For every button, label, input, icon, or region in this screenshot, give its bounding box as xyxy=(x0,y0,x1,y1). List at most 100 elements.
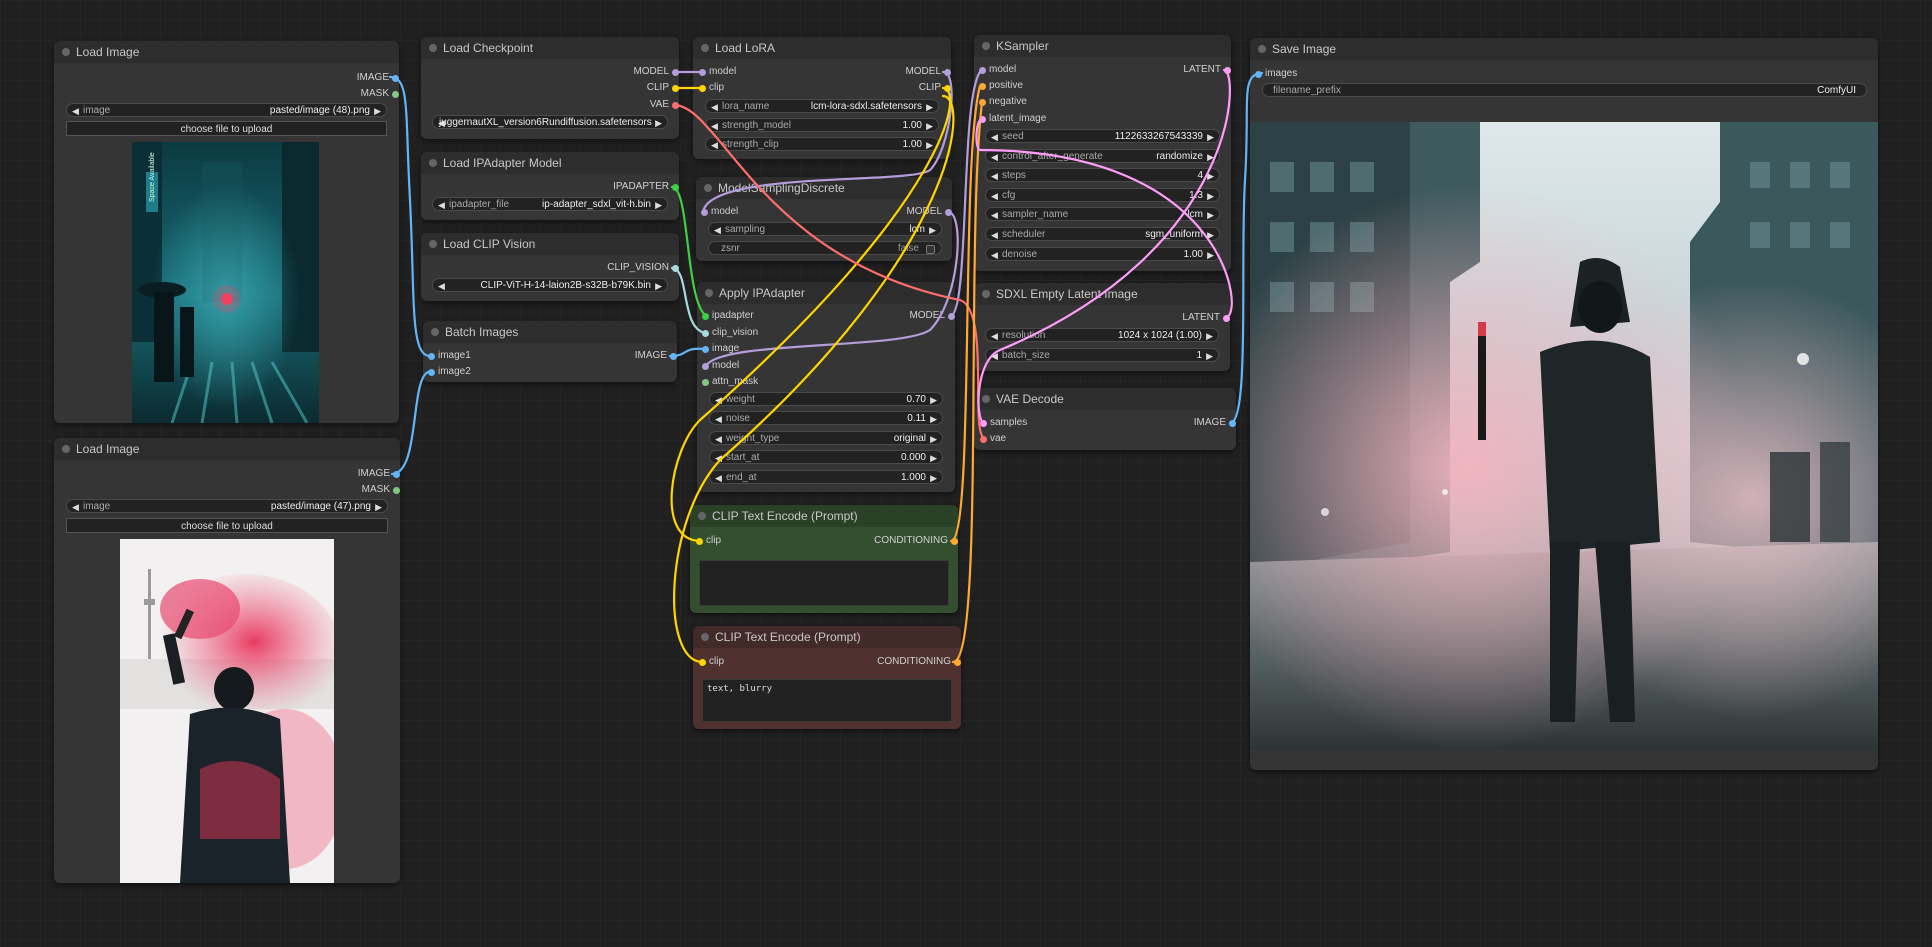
latent-pin-icon[interactable] xyxy=(1224,67,1231,74)
model-pin-icon[interactable] xyxy=(979,67,986,74)
model-sampling-discrete-node[interactable]: ModelSamplingDiscrete model MODEL ◀ sampl… xyxy=(696,177,952,261)
sdxl-empty-latent-node[interactable]: SDXL Empty Latent Image LATENT ◀ resoluti… xyxy=(974,283,1230,371)
arrow-left-icon[interactable]: ◀ xyxy=(714,223,721,235)
input-latent-image[interactable]: latent_image xyxy=(979,112,1046,126)
output-model[interactable]: MODEL xyxy=(633,65,679,79)
node-title[interactable]: CLIP Text Encode (Prompt) xyxy=(693,626,961,648)
load-image-node-2[interactable]: Load Image IMAGE MASK ◀ image pasted/image… xyxy=(54,438,400,883)
collapse-dot-icon[interactable] xyxy=(429,44,437,52)
clip-vision-pin-icon[interactable] xyxy=(702,330,709,337)
arrow-right-icon[interactable]: ▶ xyxy=(1207,150,1214,162)
output-conditioning[interactable]: CONDITIONING xyxy=(874,534,958,548)
arrow-right-icon[interactable]: ▶ xyxy=(655,116,662,128)
arrow-left-icon[interactable]: ◀ xyxy=(438,279,445,291)
output-mask[interactable]: MASK xyxy=(361,87,399,101)
arrow-right-icon[interactable]: ▶ xyxy=(1207,228,1214,240)
arrow-left-icon[interactable]: ◀ xyxy=(991,329,998,341)
arrow-right-icon[interactable]: ▶ xyxy=(1207,208,1214,220)
arrow-right-icon[interactable]: ▶ xyxy=(926,100,933,112)
clip-text-encode-negative-node[interactable]: CLIP Text Encode (Prompt) clip CONDITION… xyxy=(693,626,961,729)
model-pin-icon[interactable] xyxy=(699,69,706,76)
latent-pin-icon[interactable] xyxy=(980,420,987,427)
clip-pin-icon[interactable] xyxy=(699,659,706,666)
arrow-right-icon[interactable]: ▶ xyxy=(930,412,937,424)
load-lora-node[interactable]: Load LoRA model clip MODEL CLIP ◀ lora_na… xyxy=(693,37,951,159)
collapse-dot-icon[interactable] xyxy=(62,48,70,56)
input-clip[interactable]: clip xyxy=(696,534,721,548)
node-title[interactable]: Apply IPAdapter xyxy=(697,282,955,304)
output-image[interactable]: IMAGE xyxy=(357,71,399,85)
node-title[interactable]: Batch Images xyxy=(423,321,677,343)
input-model[interactable]: model xyxy=(701,205,738,219)
arrow-right-icon[interactable]: ▶ xyxy=(930,451,937,463)
ipadapter-pin-icon[interactable] xyxy=(672,184,679,191)
mask-pin-icon[interactable] xyxy=(702,379,709,386)
input-clip[interactable]: clip xyxy=(699,81,724,95)
collapse-dot-icon[interactable] xyxy=(431,328,439,336)
output-clip-vision[interactable]: CLIP_VISION xyxy=(607,261,679,275)
node-title[interactable]: CLIP Text Encode (Prompt) xyxy=(690,505,958,527)
arrow-left-icon[interactable]: ◀ xyxy=(715,451,722,463)
output-model[interactable]: MODEL xyxy=(905,65,951,79)
output-ipadapter[interactable]: IPADAPTER xyxy=(613,180,679,194)
collapse-dot-icon[interactable] xyxy=(698,512,706,520)
input-image[interactable]: image xyxy=(702,342,739,356)
load-checkpoint-node[interactable]: Load Checkpoint MODEL CLIP VAE ◀ juggerna… xyxy=(421,37,679,139)
ckpt-name-select[interactable]: ◀ juggernautXL_version6Rundiffusion.safet… xyxy=(432,115,668,129)
arrow-right-icon[interactable]: ▶ xyxy=(929,223,936,235)
input-vae[interactable]: vae xyxy=(980,432,1006,446)
mask-pin-icon[interactable] xyxy=(393,487,400,494)
arrow-left-icon[interactable]: ◀ xyxy=(711,119,718,131)
arrow-left-icon[interactable]: ◀ xyxy=(991,130,998,142)
clip-text-encode-positive-node[interactable]: CLIP Text Encode (Prompt) clip CONDITION… xyxy=(690,505,958,613)
steps-number[interactable]: ◀ steps 4 ▶ xyxy=(985,168,1220,182)
model-pin-icon[interactable] xyxy=(701,209,708,216)
batch-images-node[interactable]: Batch Images image1 image2 IMAGE xyxy=(423,321,677,382)
upload-button[interactable]: choose file to upload xyxy=(66,518,388,533)
clip-name-select[interactable]: ◀ CLIP-ViT-H-14-laion2B-s32B-b79K.bin ▶ xyxy=(432,278,668,292)
input-positive[interactable]: positive xyxy=(979,79,1023,93)
collapse-dot-icon[interactable] xyxy=(62,445,70,453)
node-title[interactable]: Load Image xyxy=(54,438,400,460)
node-title[interactable]: Load CLIP Vision xyxy=(421,233,679,255)
conditioning-pin-icon[interactable] xyxy=(979,99,986,106)
arrow-left-icon[interactable]: ◀ xyxy=(991,349,998,361)
image-select[interactable]: ◀ image pasted/image (48).png ▶ xyxy=(66,103,387,117)
resolution-select[interactable]: ◀ resolution 1024 x 1024 (1.00) ▶ xyxy=(985,328,1219,342)
output-mask[interactable]: MASK xyxy=(362,483,400,497)
image-select[interactable]: ◀ image pasted/image (47).png ▶ xyxy=(66,499,388,513)
input-model[interactable]: model xyxy=(979,63,1016,77)
model-pin-icon[interactable] xyxy=(672,69,679,76)
model-pin-icon[interactable] xyxy=(702,363,709,370)
input-model[interactable]: model xyxy=(699,65,736,79)
conditioning-pin-icon[interactable] xyxy=(951,538,958,545)
collapse-dot-icon[interactable] xyxy=(982,290,990,298)
mask-pin-icon[interactable] xyxy=(392,91,399,98)
strength-clip-number[interactable]: ◀ strength_clip 1.00 ▶ xyxy=(705,137,939,151)
output-conditioning[interactable]: CONDITIONING xyxy=(877,655,961,669)
arrow-left-icon[interactable]: ◀ xyxy=(715,412,722,424)
cfg-number[interactable]: ◀ cfg 1.3 ▶ xyxy=(985,188,1220,202)
zsnr-toggle[interactable]: zsnr false xyxy=(708,241,942,255)
image-pin-icon[interactable] xyxy=(1255,71,1262,78)
strength-model-number[interactable]: ◀ strength_model 1.00 ▶ xyxy=(705,118,939,132)
node-title[interactable]: Load Checkpoint xyxy=(421,37,679,59)
clip-pin-icon[interactable] xyxy=(672,85,679,92)
prompt-textarea[interactable] xyxy=(699,560,949,606)
batch-size-number[interactable]: ◀ batch_size 1 ▶ xyxy=(985,348,1219,362)
node-title[interactable]: Load Image xyxy=(54,41,399,63)
output-image[interactable]: IMAGE xyxy=(358,467,400,481)
collapse-dot-icon[interactable] xyxy=(982,395,990,403)
arrow-right-icon[interactable]: ▶ xyxy=(374,104,381,116)
start-at-number[interactable]: ◀ start_at 0.000 ▶ xyxy=(709,450,943,464)
noise-number[interactable]: ◀ noise 0.11 ▶ xyxy=(709,411,943,425)
ipadapter-pin-icon[interactable] xyxy=(702,313,709,320)
arrow-left-icon[interactable]: ◀ xyxy=(991,150,998,162)
arrow-right-icon[interactable]: ▶ xyxy=(1207,169,1214,181)
arrow-left-icon[interactable]: ◀ xyxy=(715,393,722,405)
arrow-right-icon[interactable]: ▶ xyxy=(930,432,937,444)
input-ipadapter[interactable]: ipadapter xyxy=(702,309,754,323)
arrow-right-icon[interactable]: ▶ xyxy=(655,198,662,210)
output-clip[interactable]: CLIP xyxy=(919,81,951,95)
arrow-right-icon[interactable]: ▶ xyxy=(930,471,937,483)
